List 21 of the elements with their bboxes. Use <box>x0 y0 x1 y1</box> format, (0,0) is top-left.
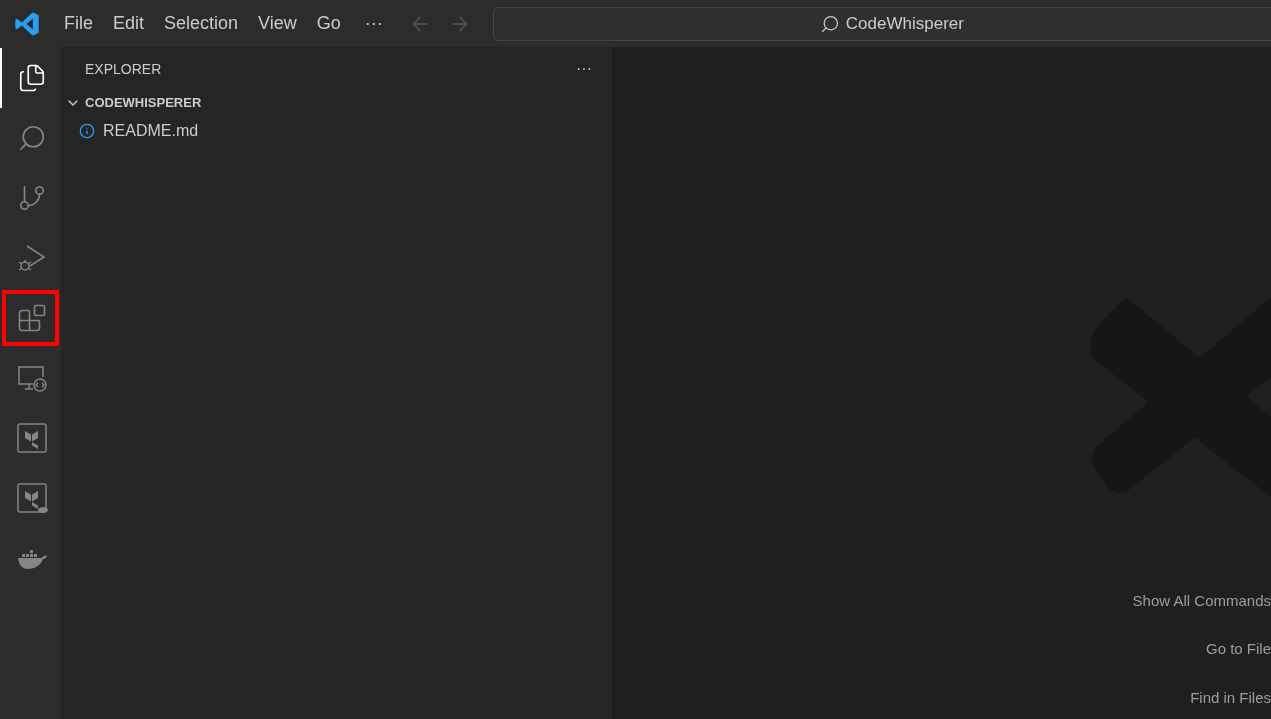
folder-name: CODEWHISPERER <box>85 94 202 113</box>
terraform-icon <box>15 482 48 514</box>
file-row[interactable]: README.md <box>61 115 610 147</box>
menu-item[interactable]: File <box>54 10 103 37</box>
command-center-text: CodeWhisperer <box>845 12 964 35</box>
shortcut-label: Find in Files <box>1190 687 1271 708</box>
command-center-field[interactable]: CodeWhisperer <box>492 6 1271 41</box>
terraform-icon <box>15 422 48 454</box>
more-actions-button[interactable]: ··· <box>576 57 592 81</box>
blocks-icon <box>16 303 47 333</box>
shortcut-label: Go to File <box>1205 639 1271 659</box>
search-icon <box>819 13 840 34</box>
info-icon <box>79 123 95 139</box>
menu-item[interactable]: Edit <box>103 10 155 37</box>
menu-item[interactable]: Go <box>306 10 351 37</box>
menu-item[interactable]: Selection <box>154 10 249 37</box>
more-menu-button[interactable]: ··· <box>350 10 397 37</box>
shortcut-label: Show All Commands <box>1132 590 1271 611</box>
folder-row[interactable]: CODEWHISPERER <box>61 91 610 115</box>
sidebar-title: EXPLORER <box>85 59 162 79</box>
menu-item[interactable]: View <box>248 10 307 37</box>
